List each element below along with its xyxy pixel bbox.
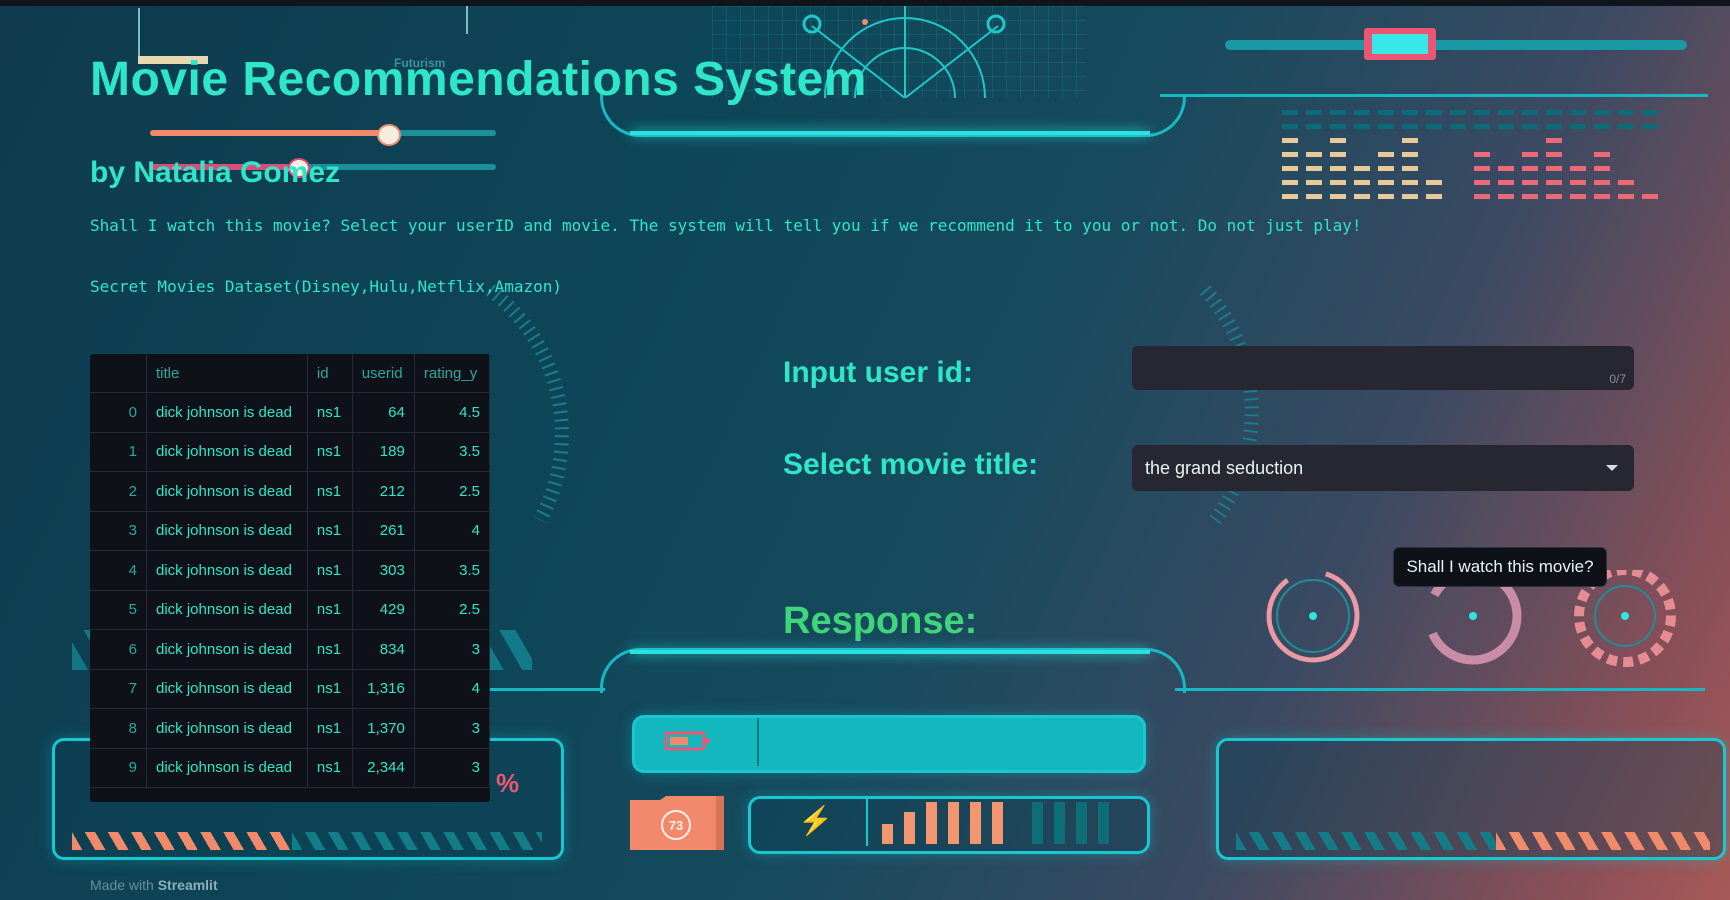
table-row[interactable]: 9 dick johnson is dead ns1 2,344 3	[90, 748, 490, 788]
row-index: 0	[90, 392, 147, 433]
row-index: 9	[90, 748, 147, 788]
table-header-row: title id userid rating_y	[90, 354, 490, 393]
column-header-index[interactable]	[90, 354, 147, 393]
chevron-down-icon[interactable]	[1606, 465, 1618, 471]
movie-title-select[interactable]: the grand seduction	[1132, 445, 1634, 491]
energy-level-icon	[882, 802, 1122, 844]
footer-made-with: Made with	[90, 877, 158, 893]
dataset-caption: Secret Movies Dataset(Disney,Hulu,Netfli…	[90, 277, 563, 296]
cell-rating: 4.5	[414, 392, 490, 433]
battery-value-label: 73	[669, 818, 683, 833]
streamlit-link[interactable]: Streamlit	[158, 877, 218, 893]
dial-gauge-left-icon	[480, 280, 600, 530]
cell-id: ns1	[307, 629, 353, 670]
user-id-label: Input user id:	[783, 356, 973, 389]
cell-rating: 4	[414, 669, 490, 709]
cell-userid: 834	[352, 629, 415, 670]
cell-id: ns1	[307, 708, 353, 749]
folder-icon: 73	[630, 796, 724, 850]
column-header-rating[interactable]: rating_y	[414, 354, 490, 393]
column-header-id[interactable]: id	[307, 354, 353, 393]
row-index: 3	[90, 511, 147, 551]
cell-userid: 1,370	[352, 708, 415, 749]
cell-rating: 3.5	[414, 432, 490, 472]
column-header-title[interactable]: title	[146, 354, 308, 393]
cell-rating: 3	[414, 748, 490, 788]
character-counter: 0/7	[1609, 372, 1626, 386]
cell-title: dick johnson is dead	[146, 748, 308, 788]
row-index: 7	[90, 669, 147, 709]
row-index: 8	[90, 708, 147, 749]
response-heading: Response:	[783, 600, 978, 642]
cell-rating: 2.5	[414, 590, 490, 630]
table-row[interactable]: 8 dick johnson is dead ns1 1,370 3	[90, 708, 490, 749]
table-row[interactable]: 3 dick johnson is dead ns1 261 4	[90, 511, 490, 551]
cell-rating: 3	[414, 708, 490, 749]
cell-userid: 303	[352, 550, 415, 591]
cell-title: dick johnson is dead	[146, 471, 308, 512]
table-row[interactable]: 7 dick johnson is dead ns1 1,316 4	[90, 669, 490, 709]
cell-id: ns1	[307, 432, 353, 472]
dataframe-table[interactable]: title id userid rating_y 0 dick johnson i…	[90, 354, 490, 802]
row-index: 2	[90, 471, 147, 512]
cell-id: ns1	[307, 550, 353, 591]
table-row[interactable]: 2 dick johnson is dead ns1 212 2.5	[90, 471, 490, 512]
cell-id: ns1	[307, 748, 353, 788]
table-row[interactable]: 5 dick johnson is dead ns1 429 2.5	[90, 590, 490, 630]
intro-text: Shall I watch this movie? Select your us…	[90, 216, 1362, 235]
cell-title: dick johnson is dead	[146, 669, 308, 709]
watch-movie-button[interactable]: Shall I watch this movie?	[1393, 547, 1607, 587]
movie-title-selected: the grand seduction	[1145, 458, 1304, 478]
cell-userid: 64	[352, 392, 415, 433]
cell-title: dick johnson is dead	[146, 511, 308, 551]
battery-icon	[664, 730, 712, 752]
row-index: 4	[90, 550, 147, 591]
cell-id: ns1	[307, 669, 353, 709]
cell-id: ns1	[307, 471, 353, 512]
table-row[interactable]: 4 dick johnson is dead ns1 303 3.5	[90, 550, 490, 591]
cell-rating: 4	[414, 511, 490, 551]
row-index: 6	[90, 629, 147, 670]
cell-userid: 429	[352, 590, 415, 630]
cell-title: dick johnson is dead	[146, 432, 308, 472]
cell-userid: 261	[352, 511, 415, 551]
cell-rating: 3.5	[414, 550, 490, 591]
bolt-icon: ⚡	[798, 805, 833, 836]
table-row[interactable]: 1 dick johnson is dead ns1 189 3.5	[90, 432, 490, 472]
row-index: 5	[90, 590, 147, 630]
cell-id: ns1	[307, 590, 353, 630]
dial-gauge-right-icon	[1195, 280, 1305, 530]
table-row[interactable]: 6 dick johnson is dead ns1 834 3	[90, 629, 490, 670]
cell-title: dick johnson is dead	[146, 590, 308, 630]
cell-userid: 1,316	[352, 669, 415, 709]
cell-rating: 3	[414, 629, 490, 670]
row-index: 1	[90, 432, 147, 472]
cell-id: ns1	[307, 392, 353, 433]
movie-title-label: Select movie title:	[783, 448, 1039, 481]
cell-title: dick johnson is dead	[146, 392, 308, 433]
percent-icon: %	[496, 768, 520, 798]
cell-title: dick johnson is dead	[146, 629, 308, 670]
table-row[interactable]: 0 dick johnson is dead ns1 64 4.5	[90, 392, 490, 433]
cell-title: dick johnson is dead	[146, 550, 308, 591]
cell-userid: 2,344	[352, 748, 415, 788]
user-id-input[interactable]: 0/7	[1132, 346, 1634, 390]
author-byline: by Natalia Gomez	[90, 156, 341, 189]
cell-rating: 2.5	[414, 471, 490, 512]
cell-id: ns1	[307, 511, 353, 551]
footer: Made with Streamlit	[90, 877, 218, 893]
column-header-userid[interactable]: userid	[352, 354, 415, 393]
cell-userid: 212	[352, 471, 415, 512]
cell-userid: 189	[352, 432, 415, 472]
cell-title: dick johnson is dead	[146, 708, 308, 749]
equalizer-icon	[1282, 110, 1658, 200]
page-title: Movie Recommendations System	[90, 53, 867, 106]
